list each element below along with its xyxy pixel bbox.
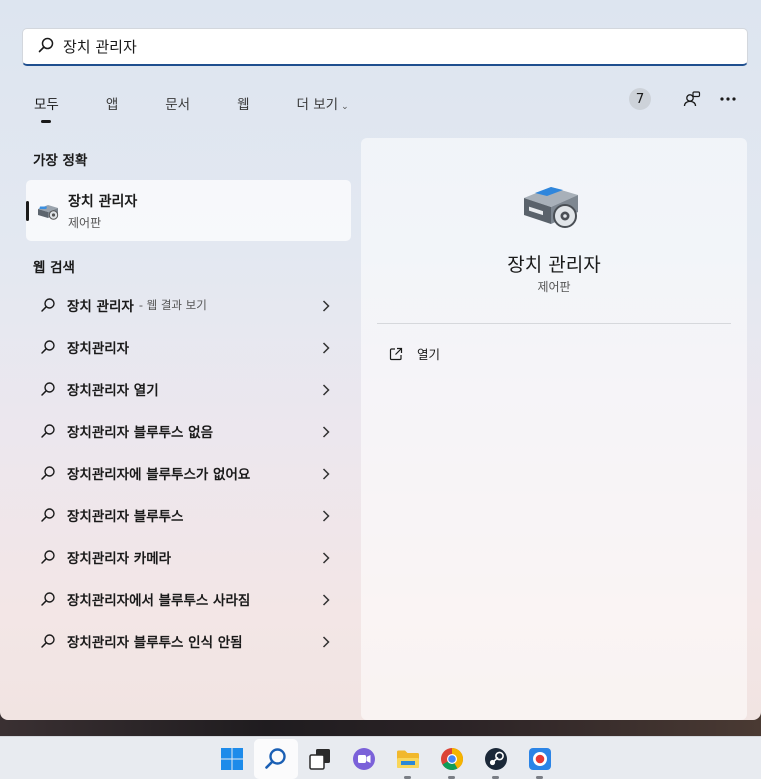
search-box[interactable] <box>22 28 748 66</box>
search-panel: 모두 앱 문서 웹 더 보기⌄ 7 가장 정확 장치 관리자 <box>0 0 761 720</box>
web-search-label: 장치관리자 <box>67 341 130 357</box>
tab-label: 모두 <box>34 97 59 113</box>
best-match-name: 장치 관리자 <box>68 193 138 210</box>
chevron-right-icon <box>321 424 331 438</box>
tab-label: 더 보기 <box>296 97 339 113</box>
open-external-icon <box>389 347 403 360</box>
detail-divider <box>377 323 731 324</box>
device-manager-icon <box>36 199 60 223</box>
web-search-label: 장치관리자 블루투스 없음 <box>67 425 214 441</box>
web-search-label: 장치관리자 블루투스 <box>67 509 184 525</box>
search-icon[interactable] <box>254 739 298 779</box>
best-match-heading: 가장 정확 <box>33 153 88 169</box>
search-icon <box>40 381 56 397</box>
web-search-label: 장치관리자 블루투스 인식 안됨 <box>67 635 243 651</box>
tab-label: 앱 <box>105 97 119 113</box>
task-view-icon[interactable] <box>298 739 342 779</box>
device-manager-icon <box>521 180 581 232</box>
web-search-item[interactable]: 장치 관리자 - 웹 결과 보기 <box>26 284 351 326</box>
web-search-item[interactable]: 장치관리자 <box>26 326 351 368</box>
selection-indicator <box>26 201 29 221</box>
web-search-item[interactable]: 장치관리자에 블루투스가 없어요 <box>26 452 351 494</box>
web-search-item[interactable]: 장치관리자 블루투스 없음 <box>26 410 351 452</box>
tab-more[interactable]: 더 보기 ⌄ <box>285 93 361 113</box>
web-search-item[interactable]: 장치관리자 열기 <box>26 368 351 410</box>
account-switch-icon[interactable] <box>681 88 703 110</box>
chevron-right-icon <box>321 340 331 354</box>
detail-app-name: 장치 관리자 <box>507 254 601 276</box>
chrome-icon[interactable] <box>430 739 474 779</box>
chevron-right-icon <box>321 592 331 606</box>
best-match-result[interactable]: 장치 관리자 제어판 <box>26 180 351 241</box>
best-match-subtitle: 제어판 <box>68 215 102 230</box>
taskbar <box>0 736 761 779</box>
tab-label: 문서 <box>165 97 191 113</box>
web-search-label: 장치 관리자 <box>67 299 134 315</box>
more-options-icon[interactable] <box>717 88 739 110</box>
windows-start-icon[interactable] <box>210 739 254 779</box>
web-search-item[interactable]: 장치관리자에서 블루투스 사라짐 <box>26 578 351 620</box>
steam-icon[interactable] <box>474 739 518 779</box>
web-search-list: 장치 관리자 - 웹 결과 보기 장치관리자 장치관리자 열기 장치관리자 블루투… <box>26 284 351 662</box>
tab-label: 웹 <box>237 97 250 113</box>
best-match-texts: 장치 관리자 제어판 <box>68 191 137 231</box>
chevron-right-icon <box>321 508 331 522</box>
panel-toolbar: 7 <box>629 88 739 110</box>
tab-apps[interactable]: 앱 <box>94 93 130 113</box>
chat-icon[interactable] <box>342 739 386 779</box>
screen-recorder-icon[interactable] <box>518 739 562 779</box>
web-search-label: 장치관리자에 블루투스가 없어요 <box>67 467 251 483</box>
tab-web[interactable]: 웹 <box>225 93 261 113</box>
search-icon <box>40 423 56 439</box>
open-action-label: 열기 <box>417 347 441 362</box>
search-icon <box>40 507 56 523</box>
search-icon <box>40 633 56 649</box>
search-icon <box>40 591 56 607</box>
web-search-item[interactable]: 장치관리자 카메라 <box>26 536 351 578</box>
open-action[interactable]: 열기 <box>389 344 440 363</box>
chevron-down-icon: ⌄ <box>341 102 349 112</box>
detail-pane: 장치 관리자 제어판 열기 <box>361 138 747 720</box>
chevron-right-icon <box>321 298 331 312</box>
web-search-label: 장치관리자 열기 <box>67 383 159 399</box>
chevron-right-icon <box>321 382 331 396</box>
search-icon <box>40 465 56 481</box>
file-explorer-icon[interactable] <box>386 739 430 779</box>
search-icon <box>40 549 56 565</box>
web-search-heading: 웹 검색 <box>33 260 75 276</box>
search-input[interactable] <box>63 37 663 56</box>
web-search-label: 장치관리자 카메라 <box>67 551 172 567</box>
tab-documents[interactable]: 문서 <box>153 93 202 113</box>
web-search-item[interactable]: 장치관리자 블루투스 인식 안됨 <box>26 620 351 662</box>
web-search-label: 장치관리자에서 블루투스 사라짐 <box>67 593 251 609</box>
web-search-item[interactable]: 장치관리자 블루투스 <box>26 494 351 536</box>
web-search-suffix: - 웹 결과 보기 <box>138 298 207 312</box>
rewards-badge[interactable]: 7 <box>629 88 651 110</box>
chevron-right-icon <box>321 550 331 564</box>
detail-app-subtitle: 제어판 <box>537 280 571 294</box>
chevron-right-icon <box>321 634 331 648</box>
chevron-right-icon <box>321 466 331 480</box>
filter-tabs: 모두 앱 문서 웹 더 보기 ⌄ <box>22 88 384 123</box>
search-icon <box>40 339 56 355</box>
search-icon <box>40 297 56 313</box>
search-icon <box>37 36 55 58</box>
tab-all[interactable]: 모두 <box>22 93 71 123</box>
taskbar-icons <box>210 739 562 779</box>
